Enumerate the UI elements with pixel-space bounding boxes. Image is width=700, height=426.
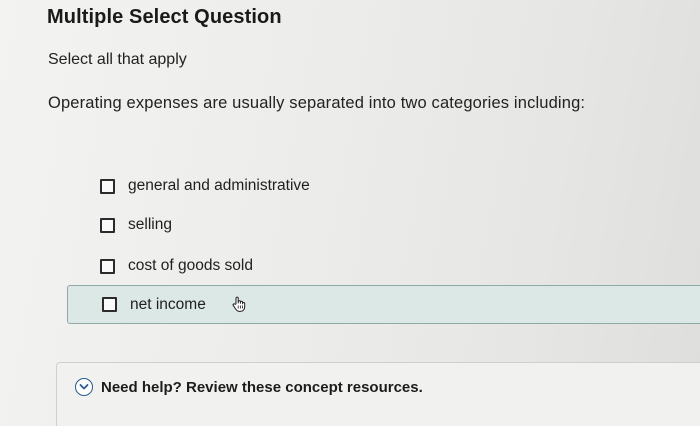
- option-net-income[interactable]: net income: [67, 285, 700, 324]
- option-label: selling: [128, 216, 172, 233]
- option-label: net income: [130, 295, 206, 313]
- chevron-down-circle-icon[interactable]: [75, 378, 93, 396]
- help-toggle-button[interactable]: Need help? Review these concept resource…: [75, 378, 423, 396]
- page-title: Multiple Select Question: [47, 6, 282, 28]
- help-link-text[interactable]: Need help? Review these concept resource…: [101, 379, 423, 396]
- question-text: Operating expenses are usually separated…: [48, 94, 586, 112]
- option-label: general and administrative: [128, 177, 310, 194]
- instruction-text: Select all that apply: [48, 51, 187, 68]
- checkbox[interactable]: [100, 217, 115, 233]
- option-label: cost of goods sold: [128, 257, 253, 274]
- option-selling[interactable]: selling: [100, 211, 172, 239]
- option-cost-of-goods-sold[interactable]: cost of goods sold: [100, 252, 253, 280]
- checkbox[interactable]: [100, 178, 115, 194]
- option-general-and-administrative[interactable]: general and administrative: [100, 172, 310, 200]
- checkbox[interactable]: [100, 258, 115, 274]
- checkbox[interactable]: [102, 297, 117, 312]
- hand-pointer-cursor-icon: [230, 295, 248, 318]
